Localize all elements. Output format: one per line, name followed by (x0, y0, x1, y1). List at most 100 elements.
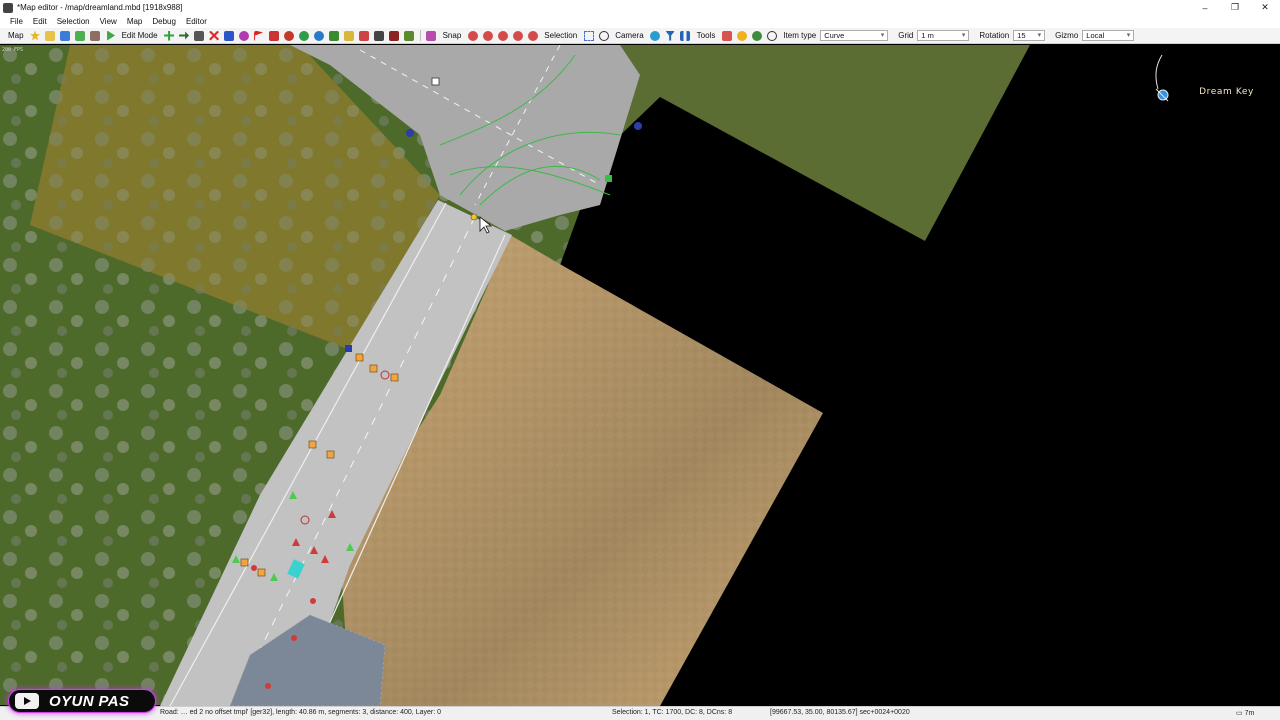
app-icon (3, 2, 13, 13)
pause-icon[interactable] (680, 30, 691, 41)
pin-icon[interactable] (497, 30, 508, 41)
rotation-dropdown[interactable]: 15 ▾ (1013, 30, 1046, 41)
item-type-value: Curve (824, 31, 845, 40)
tree-icon[interactable] (329, 30, 340, 41)
item-type-label: Item type (783, 31, 817, 40)
status-selection: Selection: 1, TC: 1700, DC: 8, DCns: 8 (612, 709, 733, 716)
edit-mode-button[interactable]: Edit Mode (118, 31, 162, 40)
sign-marker[interactable] (257, 568, 266, 577)
map-canvas[interactable] (0, 45, 1280, 706)
grass-area (600, 45, 1030, 241)
snap-button[interactable]: Snap (439, 31, 466, 40)
forward-icon[interactable] (179, 31, 190, 40)
status-bar: Road: … ed 2 no offset tmpl' [ger32], le… (0, 706, 1280, 720)
item-type-dropdown[interactable]: Curve ▾ (820, 30, 889, 41)
lasso-icon[interactable] (598, 30, 609, 41)
sign-marker[interactable] (308, 440, 317, 449)
star-icon[interactable] (30, 30, 41, 41)
import-icon[interactable] (90, 30, 101, 41)
delete-icon[interactable] (209, 30, 220, 41)
menu-selection[interactable]: Selection (52, 17, 95, 26)
menu-debug[interactable]: Debug (147, 17, 181, 26)
menu-view[interactable]: View (95, 17, 122, 26)
minimize-button[interactable]: – (1190, 0, 1220, 15)
close-button[interactable]: ✕ (1250, 0, 1280, 15)
grid-icon[interactable] (721, 30, 732, 41)
menu-edit[interactable]: Edit (28, 17, 52, 26)
pin-icon[interactable] (467, 30, 478, 41)
help-icon[interactable] (224, 30, 235, 41)
sign-marker[interactable] (240, 558, 249, 567)
export-icon[interactable] (75, 30, 86, 41)
sun-icon[interactable] (736, 30, 747, 41)
menu-map[interactable]: Map (122, 17, 148, 26)
grid-dropdown[interactable]: 1 m ▾ (917, 30, 970, 41)
truck-icon[interactable] (359, 30, 370, 41)
window-title: *Map editor - /map/dreamland.mbd [1918x9… (17, 3, 183, 12)
open-folder-icon[interactable] (45, 30, 56, 41)
sign-marker[interactable] (326, 450, 335, 459)
flag-icon[interactable] (254, 30, 264, 41)
swap-icon[interactable] (194, 30, 205, 41)
people-icon[interactable] (374, 30, 385, 41)
delete-node[interactable] (310, 598, 316, 604)
search-icon[interactable] (239, 30, 250, 41)
tools-button[interactable]: Tools (693, 31, 720, 40)
ruler-icon: ▭ (1236, 710, 1243, 717)
selected-node[interactable] (470, 213, 478, 221)
pin-icon[interactable] (482, 30, 493, 41)
road-node[interactable] (345, 345, 352, 352)
pin-icon[interactable] (512, 30, 523, 41)
terrain-icon[interactable] (389, 30, 400, 41)
road-node[interactable] (431, 77, 440, 86)
watermark-text: OYUN PAS (49, 692, 130, 710)
sign-marker[interactable] (355, 353, 364, 362)
road-node[interactable] (605, 175, 612, 182)
selection-button[interactable]: Selection (540, 31, 581, 40)
grid-label: Grid (898, 31, 914, 40)
play-icon[interactable] (107, 30, 116, 41)
status-zoom-value: 7m (1244, 710, 1255, 717)
settings-icon[interactable] (751, 30, 762, 41)
terrain-icon[interactable] (404, 30, 415, 41)
grid-value: 1 m (921, 31, 934, 40)
delete-node[interactable] (265, 683, 271, 689)
select-rect-icon[interactable] (583, 30, 594, 41)
refresh-icon[interactable] (299, 30, 310, 41)
rotation-label: Rotation (979, 31, 1010, 40)
chevron-down-icon: ▾ (1037, 32, 1042, 39)
menu-editor[interactable]: Editor (181, 17, 212, 26)
window-controls: – ❐ ✕ (1190, 0, 1280, 15)
grid-icon[interactable] (344, 30, 355, 41)
gizmo-dropdown[interactable]: Local ▾ (1082, 30, 1135, 41)
map-viewport[interactable]: 200 FPS Dream Key (0, 45, 1280, 706)
save-icon[interactable] (60, 30, 71, 41)
filter-icon[interactable] (665, 30, 676, 41)
zoom-icon[interactable] (766, 30, 777, 41)
delete-node[interactable] (291, 635, 297, 641)
add-icon[interactable] (164, 30, 175, 41)
maximize-button[interactable]: ❐ (1220, 0, 1250, 15)
chevron-down-icon: ▾ (1126, 32, 1131, 39)
status-zoom: ▭ 7m (1236, 709, 1254, 717)
sign-marker[interactable] (390, 373, 399, 382)
filter-icon[interactable] (426, 30, 437, 41)
rotation-value: 15 (1017, 31, 1026, 40)
key-icon (1155, 54, 1169, 102)
menu-bar: File Edit Selection View Map Debug Edito… (0, 15, 1280, 28)
road-node[interactable] (634, 122, 642, 130)
toolbar-separator (419, 30, 421, 41)
rotate-icon[interactable] (284, 30, 295, 41)
pin-icon[interactable] (269, 30, 280, 41)
map-button[interactable]: Map (4, 31, 28, 40)
delete-node[interactable] (251, 565, 257, 571)
road-node[interactable] (406, 129, 414, 137)
chevron-down-icon: ▾ (961, 32, 966, 39)
fps-counter: 200 FPS (2, 47, 24, 53)
menu-file[interactable]: File (5, 17, 28, 26)
refresh-icon[interactable] (314, 30, 325, 41)
globe-icon[interactable] (650, 30, 661, 41)
pin-icon[interactable] (527, 30, 538, 41)
sign-marker[interactable] (369, 364, 378, 373)
camera-button[interactable]: Camera (611, 31, 647, 40)
